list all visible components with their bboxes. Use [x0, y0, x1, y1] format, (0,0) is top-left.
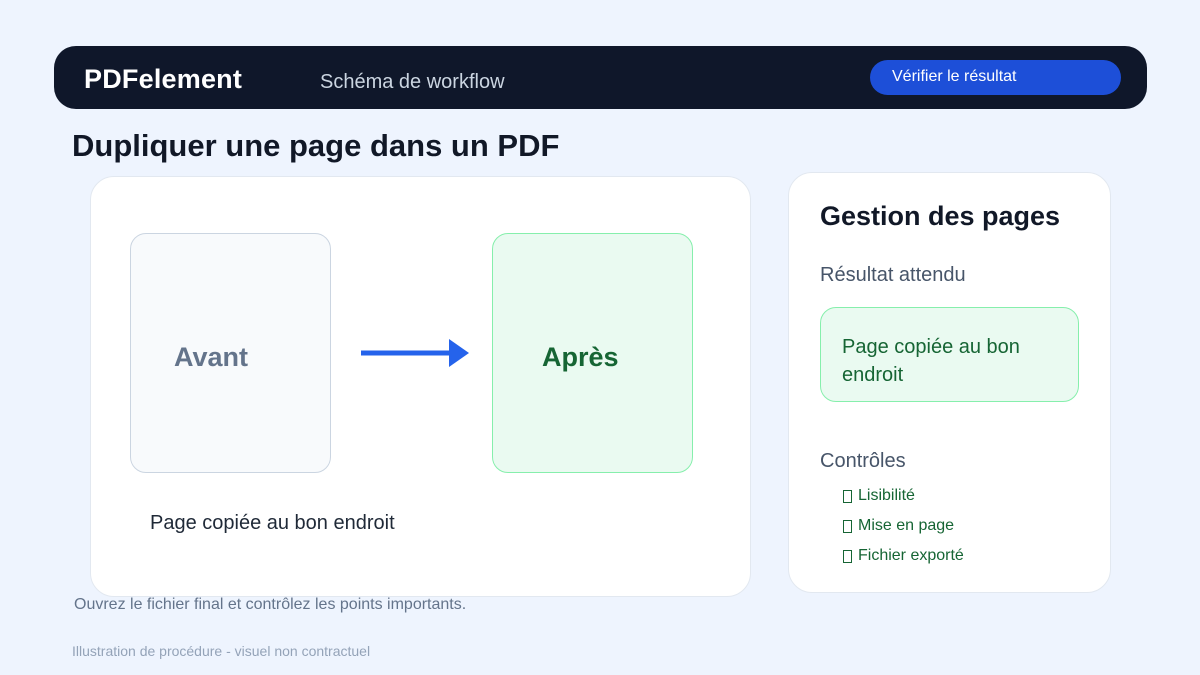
check-item-lisibilite: Lisibilité: [843, 487, 964, 517]
panel-title: Gestion des pages: [820, 201, 1061, 231]
checkbox-icon: [843, 550, 852, 563]
checkbox-icon: [843, 490, 852, 503]
check-item-mise-en-page: Mise en page: [843, 517, 964, 547]
header-subtitle: Schéma de workflow: [320, 71, 505, 93]
check-item-fichier-exporte: Fichier exporté: [843, 547, 964, 577]
expected-result-label: Résultat attendu: [820, 264, 966, 286]
checks-label: Contrôles: [820, 450, 906, 472]
page-management-panel: Gestion des pages Résultat attendu Page …: [788, 172, 1111, 593]
check-item-label: Lisibilité: [858, 487, 915, 504]
workflow-caption: Page copiée au bon endroit: [150, 512, 395, 534]
app-brand: PDFelement: [84, 64, 243, 94]
check-item-label: Mise en page: [858, 517, 955, 534]
verify-result-button[interactable]: Vérifier le résultat: [870, 60, 1121, 95]
arrow-right-icon: [361, 339, 469, 367]
page-title: Dupliquer une page dans un PDF: [72, 128, 560, 163]
check-item-label: Fichier exporté: [858, 547, 964, 564]
before-page-box: Avant: [130, 233, 331, 473]
workflow-card: Avant Après Page copiée au bon endroit: [90, 176, 751, 597]
after-page-box: Après: [492, 233, 693, 473]
footer-disclaimer: Illustration de procédure - visuel non c…: [72, 643, 371, 659]
checks-list: Lisibilité Mise en page Fichier exporté: [843, 487, 964, 577]
instruction-text: Ouvrez le fichier final et contrôlez les…: [74, 596, 467, 613]
app-header: PDFelement Schéma de workflow Vérifier l…: [54, 46, 1147, 109]
before-label: Avant: [174, 342, 249, 372]
expected-result-box: Page copiée au bon endroit: [820, 307, 1079, 402]
checkbox-icon: [843, 520, 852, 533]
after-label: Après: [542, 342, 619, 372]
